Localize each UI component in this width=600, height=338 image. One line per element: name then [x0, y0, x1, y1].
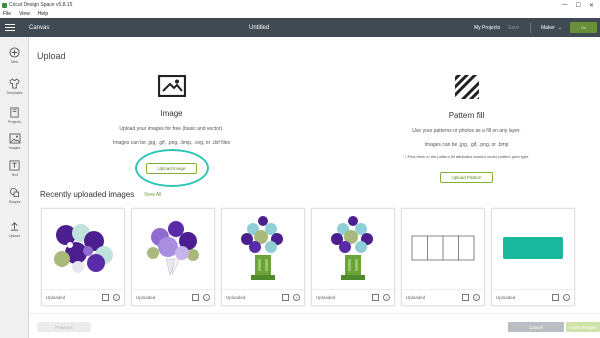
machine-selector[interactable]: Maker ⌄: [541, 25, 562, 31]
image-option-title: Image: [160, 109, 183, 118]
panel-outline-thumbnail: [402, 209, 484, 287]
footer-bar: Previous Cancel Insert Images: [29, 313, 600, 338]
recent-heading: Recently uploaded images: [40, 190, 135, 199]
image-option-types: Images can be .jpg, .gif, .png, .bmp, .s…: [112, 140, 230, 146]
edit-icon[interactable]: [372, 294, 379, 301]
menu-file[interactable]: File: [3, 11, 11, 17]
purple-bouquet-thumbnail: [132, 209, 214, 287]
header-divider: [530, 22, 531, 33]
card-footer: Uploaded i: [132, 289, 214, 305]
upload-icon: [9, 220, 21, 232]
info-icon[interactable]: i: [203, 294, 210, 301]
text-icon: [9, 159, 21, 171]
save-link[interactable]: Save: [508, 25, 519, 31]
chevron-down-icon: ⌄: [557, 24, 563, 31]
go-button[interactable]: Go: [570, 22, 597, 33]
canvas-label: Canvas: [29, 24, 50, 31]
hamburger-menu-icon[interactable]: [0, 18, 20, 37]
page-title: Upload: [37, 51, 66, 61]
info-icon[interactable]: i: [563, 294, 570, 301]
image-card[interactable]: Uploaded i: [41, 208, 125, 306]
highlight-circle: [135, 149, 209, 187]
sidebar-item-label: Templates: [6, 91, 23, 95]
sidebar-item-projects[interactable]: Projects: [0, 101, 29, 129]
card-status: Uploaded: [316, 295, 336, 300]
app-icon: [2, 2, 7, 8]
sidebar-item-images[interactable]: Images: [0, 127, 29, 155]
previous-button[interactable]: Previous: [37, 322, 91, 332]
left-toolbar: New Templates Projects Images Text Shape…: [0, 37, 29, 338]
card-status: Uploaded: [46, 295, 66, 300]
card-status: Uploaded: [136, 295, 156, 300]
info-icon[interactable]: i: [473, 294, 480, 301]
sidebar-item-label: Images: [8, 146, 21, 150]
close-icon[interactable]: ✕: [589, 2, 594, 9]
edit-icon[interactable]: [192, 294, 199, 301]
upload-pattern-button[interactable]: Upload Pattern: [440, 172, 493, 183]
vase-flowers-thumbnail: [312, 209, 394, 287]
vase-flowers-thumbnail: [222, 209, 304, 287]
sidebar-item-label: Upload: [8, 234, 21, 238]
menu-help[interactable]: Help: [38, 11, 48, 17]
info-icon[interactable]: i: [383, 294, 390, 301]
image-card[interactable]: Uploaded i: [491, 208, 575, 306]
image-card[interactable]: Uploaded i: [401, 208, 485, 306]
my-projects-link[interactable]: My Projects: [474, 25, 500, 31]
pattern-upload-option: Pattern fill Use your patterns or photos…: [379, 75, 554, 184]
sidebar-item-label: Text: [11, 173, 18, 177]
card-footer: Uploaded i: [42, 289, 124, 305]
image-large-icon: [157, 74, 186, 98]
machine-label: Maker: [541, 24, 555, 31]
pattern-option-types: Images can be .jpg, .gif, .png, or .bmp: [424, 142, 509, 148]
card-status: Uploaded: [406, 295, 426, 300]
image-icon: [9, 132, 21, 144]
sidebar-item-shapes[interactable]: Shapes: [0, 181, 29, 209]
minimize-icon[interactable]: —: [562, 2, 568, 9]
image-card[interactable]: Uploaded i: [131, 208, 215, 306]
image-option-description: Upload your images for free (basic and v…: [119, 126, 224, 132]
maximize-icon[interactable]: ☐: [576, 2, 581, 9]
image-card[interactable]: Uploaded i: [221, 208, 305, 306]
document-title: Untitled: [249, 24, 270, 31]
shirt-icon: [9, 77, 21, 89]
image-card[interactable]: Uploaded i: [311, 208, 395, 306]
purple-flowers-thumbnail: [42, 209, 124, 287]
card-footer: Uploaded i: [222, 289, 304, 305]
window-title: Cricut Design Space v5.8.15: [9, 2, 73, 8]
menu-bar: File View Help: [0, 10, 600, 18]
cancel-button[interactable]: Cancel: [508, 322, 564, 332]
sidebar-item-text[interactable]: Text: [0, 154, 29, 182]
sidebar-item-label: Projects: [8, 120, 21, 124]
sidebar-item-templates[interactable]: Templates: [0, 72, 29, 100]
pattern-option-title: Pattern fill: [448, 111, 485, 120]
shapes-icon: [9, 186, 21, 198]
edit-icon[interactable]: [102, 294, 109, 301]
edit-icon[interactable]: [552, 294, 559, 301]
card-status: Uploaded: [226, 295, 246, 300]
view-all-link[interactable]: View All: [144, 192, 161, 198]
info-icon[interactable]: i: [113, 294, 120, 301]
app-header: Canvas Untitled My Projects Save Maker ⌄…: [0, 18, 600, 37]
card-footer: Uploaded i: [312, 289, 394, 305]
info-icon[interactable]: i: [293, 294, 300, 301]
sidebar-item-label: New: [10, 60, 18, 64]
teal-rectangle-thumbnail: [492, 209, 574, 287]
sidebar-item-upload[interactable]: Upload: [0, 215, 29, 243]
edit-icon[interactable]: [462, 294, 469, 301]
card-footer: Uploaded i: [402, 289, 484, 305]
card-footer: Uploaded i: [492, 289, 574, 305]
card-status: Uploaded: [496, 295, 516, 300]
pattern-option-note: Find them in the pattern fill attributes…: [407, 154, 530, 159]
upload-panel: Upload Image Upload your images for free…: [29, 37, 600, 338]
pattern-fill-icon: [454, 75, 479, 99]
insert-images-button[interactable]: Insert Images: [566, 322, 600, 332]
sidebar-item-new[interactable]: New: [0, 41, 29, 69]
window-titlebar: Cricut Design Space v5.8.15 — ☐ ✕: [0, 0, 600, 10]
pattern-option-description: Use your patterns or photos as a fill on…: [412, 128, 521, 134]
book-icon: [9, 106, 21, 118]
sidebar-item-label: Shapes: [8, 200, 21, 204]
menu-view[interactable]: View: [19, 11, 30, 17]
edit-icon[interactable]: [282, 294, 289, 301]
plus-icon: [9, 46, 21, 58]
